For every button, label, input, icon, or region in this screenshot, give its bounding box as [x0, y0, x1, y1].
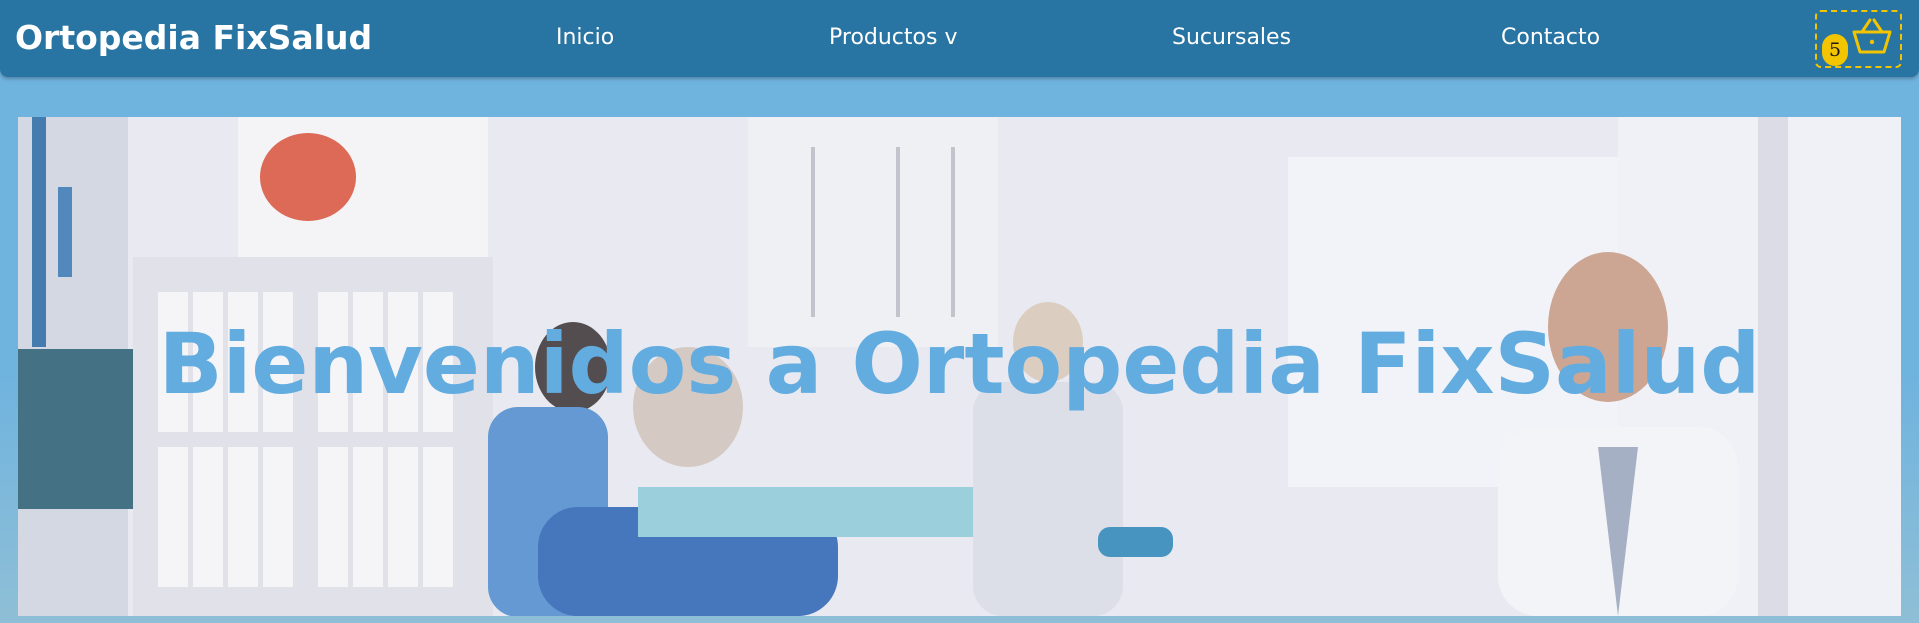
nav-link-productos[interactable]: Productos v: [829, 25, 957, 50]
hero-title: Bienvenidos a Ortopedia FixSalud: [158, 315, 1761, 413]
nav-link-contacto[interactable]: Contacto: [1501, 25, 1600, 50]
hero-banner: Bienvenidos a Ortopedia FixSalud: [18, 117, 1901, 616]
nav-link-inicio[interactable]: Inicio: [556, 25, 614, 50]
cart-count-badge: 5: [1822, 34, 1848, 66]
site-brand[interactable]: Ortopedia FixSalud: [15, 18, 372, 57]
nav-link-sucursales[interactable]: Sucursales: [1172, 25, 1291, 50]
top-navbar: Ortopedia FixSalud Inicio Productos v Su…: [0, 0, 1919, 77]
cart-button[interactable]: 5: [1815, 10, 1902, 68]
